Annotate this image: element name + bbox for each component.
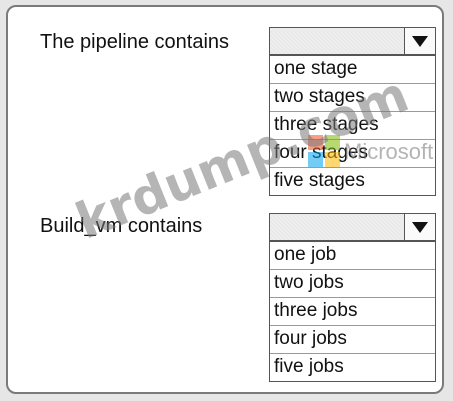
dropdown-build-vm-jobs[interactable]: one job two jobs three jobs four jobs fi… [269,213,436,382]
option-four-jobs[interactable]: four jobs [270,325,435,353]
microsoft-logo-icon [308,135,340,167]
question-label-pipeline: The pipeline contains [40,31,230,53]
dropdown-header[interactable] [269,27,436,55]
option-five-jobs[interactable]: five jobs [270,353,435,381]
microsoft-logo-watermark: Microsoft [308,135,442,175]
triangle-down-icon [412,35,428,47]
dropdown-arrow-button[interactable] [404,28,435,54]
dropdown-arrow-button[interactable] [404,214,435,240]
dropdown-header[interactable] [269,213,436,241]
option-two-jobs[interactable]: two jobs [270,269,435,297]
question-label-build-vm: Build_vm contains [40,215,203,237]
dropdown-options-list: one job two jobs three jobs four jobs fi… [269,241,436,382]
option-three-jobs[interactable]: three jobs [270,297,435,325]
question-panel: The pipeline contains one stage two stag… [6,5,444,394]
option-one-job[interactable]: one job [270,241,435,269]
option-one-stage[interactable]: one stage [270,55,435,83]
microsoft-logo-text: Microsoft [344,139,434,164]
triangle-down-icon [412,221,428,233]
option-two-stages[interactable]: two stages [270,83,435,111]
